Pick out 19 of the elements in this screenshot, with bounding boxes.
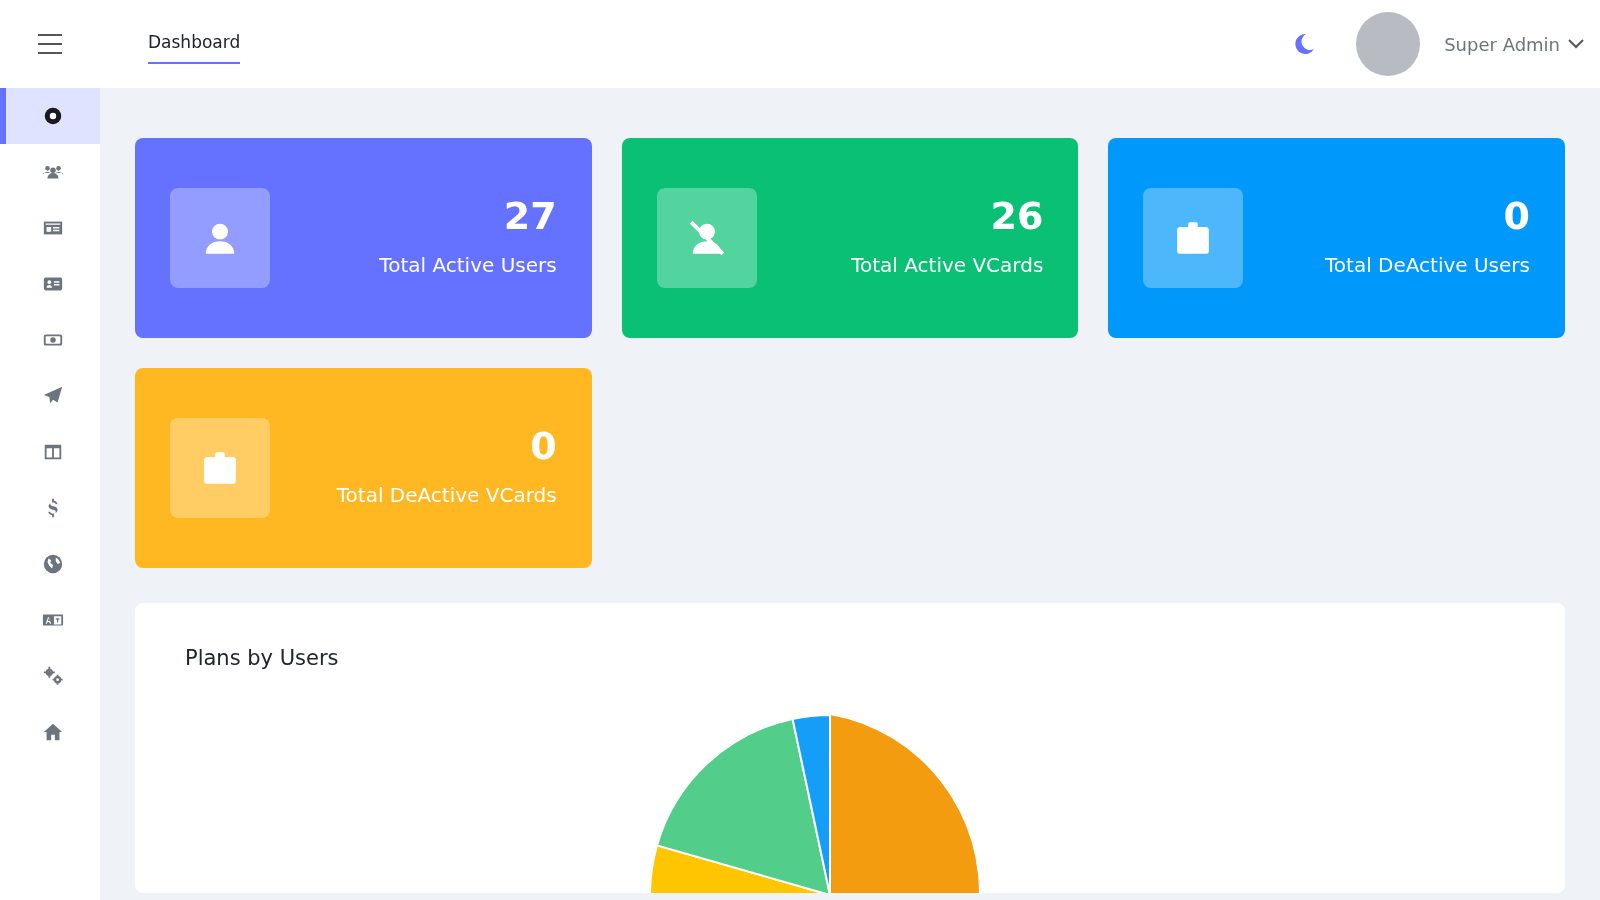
stat-value: 26: [989, 196, 1044, 238]
stat-value: 27: [502, 196, 557, 238]
user-name[interactable]: Super Admin: [1444, 30, 1560, 58]
stat-label: Total DeActive Users: [1325, 251, 1530, 279]
stat-label: Total Active Users: [379, 251, 557, 279]
stat-value: 0: [1502, 196, 1530, 238]
sidebar-item[interactable]: [0, 88, 100, 144]
stat-label: Total DeActive VCards: [336, 481, 557, 509]
menu-icon[interactable]: [37, 33, 63, 55]
chart-title: Plans by Users: [185, 645, 339, 672]
person-slash-icon: [687, 219, 726, 257]
home-icon: [42, 721, 64, 743]
chevron-down-icon[interactable]: [1568, 39, 1584, 49]
stat-label: Total Active VCards: [851, 251, 1044, 279]
moon-icon[interactable]: [1292, 32, 1317, 56]
globe-icon: [42, 553, 64, 575]
stat-value: 0: [529, 426, 557, 468]
dashboard-tab[interactable]: Dashboard: [148, 24, 241, 64]
circle-dot-icon: [42, 105, 64, 127]
